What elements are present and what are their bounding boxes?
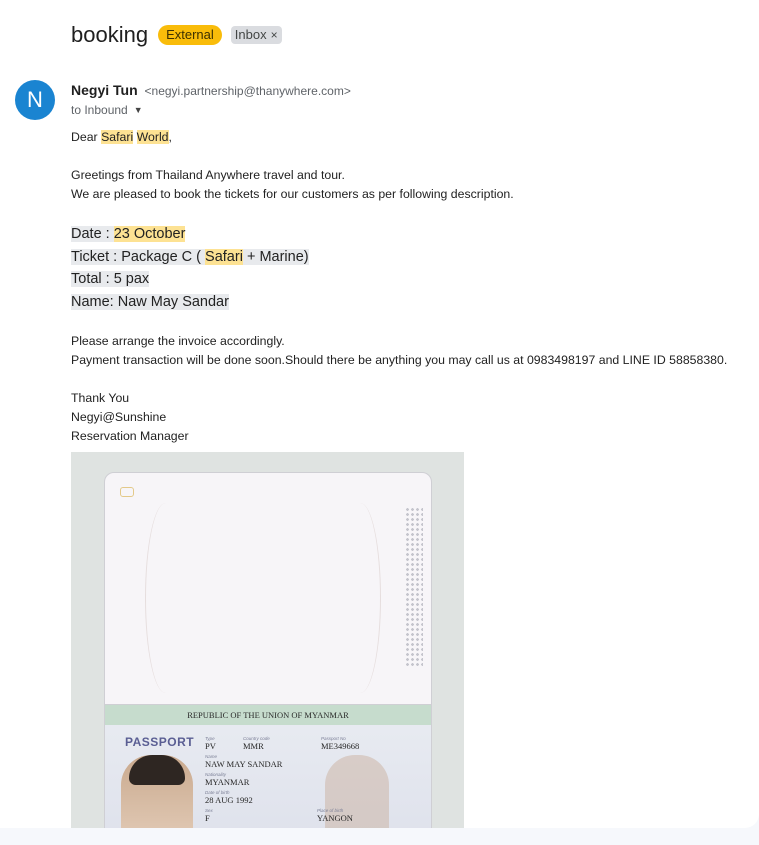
- perforation-number: [405, 507, 423, 667]
- type-value: PV: [205, 741, 216, 751]
- recipients-toggle[interactable]: to Inbound ▼: [71, 103, 143, 117]
- email-body: Dear Safari World, Greetings from Thaila…: [71, 128, 759, 446]
- passport-image-attachment[interactable]: REPUBLIC OF THE UNION OF MYANMAR PASSPOR…: [71, 452, 464, 828]
- greeting-prefix: Dear: [71, 130, 102, 144]
- passport-title: PASSPORT: [125, 735, 195, 749]
- total-line: Total : 5 pax: [71, 271, 150, 287]
- remove-label-icon[interactable]: ×: [271, 27, 278, 43]
- sex-value: F: [205, 813, 210, 823]
- date-label: Date :: [71, 226, 114, 242]
- date-value: 23 October: [113, 226, 186, 242]
- signature-role: Reservation Manager: [71, 429, 189, 443]
- chevron-down-icon[interactable]: ▼: [134, 105, 143, 115]
- booking-intro: We are pleased to book the tickets for o…: [71, 187, 514, 201]
- greeting: Dear Safari World,: [71, 128, 759, 147]
- avatar[interactable]: N: [15, 80, 55, 120]
- booking-details: Date : 23 October Ticket : Package C ( S…: [71, 223, 759, 313]
- sender-email: <negyi.partnership@thanywhere.com>: [144, 84, 351, 98]
- nationality-value: MYANMAR: [205, 777, 250, 787]
- sender-line: Negyi Tun <negyi.partnership@thanywhere.…: [71, 82, 351, 98]
- name-line: Name: Naw May Sandar: [71, 293, 229, 310]
- invoice-line: Please arrange the invoice accordingly.: [71, 334, 285, 348]
- photo-hair: [129, 755, 185, 785]
- ticket-suffix: + Marine): [242, 248, 309, 265]
- ticket-highlight: Safari: [205, 248, 243, 265]
- dob-value: 28 AUG 1992: [205, 795, 253, 805]
- name-value: NAW MAY SANDAR: [205, 759, 283, 769]
- passport-visa-page: [104, 472, 432, 706]
- pob-value: YANGON: [317, 813, 353, 823]
- external-badge: External: [158, 25, 222, 45]
- guilloche-line: [340, 503, 381, 693]
- email-card: booking External Inbox × N Negyi Tun <ne…: [0, 0, 759, 828]
- inbox-label-text: Inbox: [234, 27, 267, 42]
- passport-no-value: ME349668: [321, 741, 360, 751]
- chip-icon: [120, 487, 134, 497]
- passport-country: REPUBLIC OF THE UNION OF MYANMAR: [187, 710, 349, 720]
- signature-name: Negyi@Sunshine: [71, 410, 167, 424]
- ticket-prefix: Ticket : Package C (: [71, 248, 206, 265]
- subject-row: booking External Inbox ×: [71, 22, 282, 48]
- to-line-text: to Inbound: [71, 103, 128, 117]
- ticket-line: Ticket : Package C ( Safari + Marine): [71, 248, 309, 265]
- inbox-label-chip[interactable]: Inbox ×: [230, 26, 282, 44]
- passport-data-page: REPUBLIC OF THE UNION OF MYANMAR PASSPOR…: [104, 704, 432, 828]
- thanks-line: Thank You: [71, 391, 130, 405]
- highlight-safari: Safari: [101, 130, 134, 144]
- country-value: MMR: [243, 741, 264, 751]
- guilloche-line: [145, 503, 186, 693]
- sender-name[interactable]: Negyi Tun: [71, 82, 138, 98]
- greeting-suffix: ,: [168, 130, 172, 144]
- holder-photo: [121, 755, 193, 828]
- date-line: Date : 23 October: [71, 226, 186, 242]
- payment-line: Payment transaction will be done soon.Sh…: [71, 353, 728, 367]
- greeting-line: Greetings from Thailand Anywhere travel …: [71, 168, 345, 182]
- email-subject: booking: [71, 22, 149, 47]
- highlight-world: World: [136, 130, 169, 144]
